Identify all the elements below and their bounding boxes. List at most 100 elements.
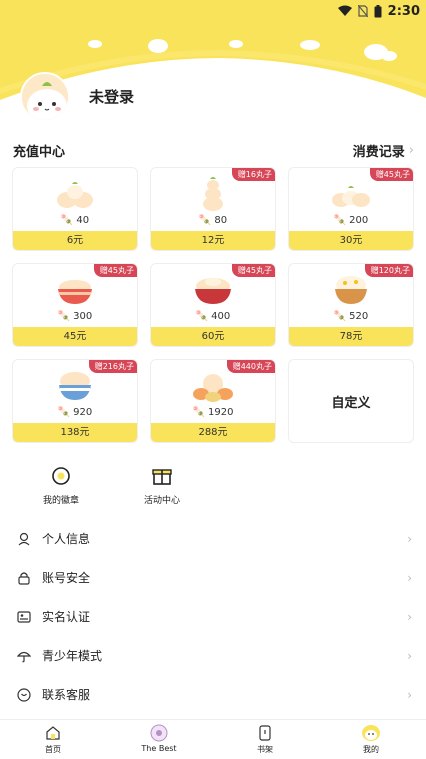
recharge-center-title: 充值中心 <box>13 145 66 160</box>
chevron-right-icon: › <box>407 648 412 663</box>
chevron-right-icon: › <box>408 143 414 158</box>
bun-mascot-icon <box>22 74 68 120</box>
price: 30元 <box>289 231 413 250</box>
no-sim-icon <box>357 5 368 17</box>
menu-item-label: 个人信息 <box>42 532 91 546</box>
battery-icon <box>374 4 382 17</box>
activity-center-link[interactable]: 活动中心 <box>122 465 202 506</box>
chevron-right-icon: › <box>407 531 412 546</box>
status-bar: 2:30 <box>0 0 426 22</box>
tab-label: 书架 <box>257 745 273 754</box>
bookshelf-icon <box>259 725 271 741</box>
amount: 300 <box>73 311 93 322</box>
recharge-option[interactable]: 🍡 40 6元 <box>12 167 138 251</box>
chevron-right-icon: › <box>407 570 412 585</box>
badge-icon <box>52 467 70 485</box>
recharge-option[interactable]: 赠45丸子 🍡 200 30元 <box>288 167 414 251</box>
amount: 40 <box>76 215 90 226</box>
price: 45元 <box>13 327 137 346</box>
bun-feast-icon <box>151 366 275 404</box>
tab-bookshelf[interactable]: 书架 <box>235 724 295 755</box>
bun-bowl-icon <box>13 270 137 308</box>
lock-icon <box>18 571 30 585</box>
clock: 2:30 <box>387 3 420 19</box>
heart-chat-icon <box>17 687 31 702</box>
amount: 920 <box>73 407 93 418</box>
the-best-icon <box>150 724 168 742</box>
menu-item-youth-mode[interactable]: 青少年模式 › <box>0 636 426 675</box>
coin-icon: 🍡 <box>60 215 74 226</box>
amount-row: 🍡 1920 <box>151 407 275 418</box>
price: 60元 <box>151 327 275 346</box>
amount: 400 <box>211 311 231 322</box>
wifi-icon <box>337 5 352 16</box>
tab-home[interactable]: 首页 <box>23 724 83 755</box>
amount-row: 🍡 920 <box>13 407 137 418</box>
tab-label: The Best <box>141 744 177 753</box>
quick-link-label: 我的徽章 <box>42 496 79 506</box>
price: 138元 <box>13 423 137 442</box>
mine-avatar-icon <box>362 725 380 741</box>
amount-row: 🍡 40 <box>13 215 137 226</box>
menu-item-account-security[interactable]: 账号安全 › <box>0 558 426 597</box>
recharge-option[interactable]: 赠16丸子 🍡 80 12元 <box>150 167 276 251</box>
menu-item-label: 账号安全 <box>42 571 91 585</box>
custom-amount-card[interactable]: 自定义 <box>288 359 414 443</box>
coin-icon: 🍡 <box>57 311 71 322</box>
consumption-records-link[interactable]: 消费记录 › <box>353 141 414 160</box>
price: 288元 <box>151 423 275 442</box>
coin-icon: 🍡 <box>192 407 205 418</box>
bun-bundle-icon <box>13 174 137 212</box>
recharge-option[interactable]: 赠45丸子 🍡 400 60元 <box>150 263 276 347</box>
bottom-tab-bar: 首页 The Best 书架 我的 <box>0 719 426 759</box>
bun-bowl-icon <box>151 270 275 308</box>
settings-menu: 个人信息 › 账号安全 › 实名认证 › 青少年模式 › 联系客服 › <box>0 519 426 714</box>
menu-item-label: 联系客服 <box>42 688 91 702</box>
gift-box-icon <box>152 469 172 485</box>
recharge-grid: 🍡 40 6元 赠16丸子 🍡 80 12元 赠45丸子 🍡 200 30元 赠45丸… <box>12 167 414 443</box>
amount-row: 🍡 200 <box>289 215 413 226</box>
bun-stack-icon <box>151 174 275 212</box>
amount: 1920 <box>208 407 234 418</box>
menu-item-label: 实名认证 <box>42 610 91 624</box>
my-badges-link[interactable]: 我的徽章 <box>21 465 101 506</box>
tab-mine[interactable]: 我的 <box>341 724 401 755</box>
coin-icon: 🍡 <box>333 215 347 226</box>
menu-item-personal-info[interactable]: 个人信息 › <box>0 519 426 558</box>
amount: 520 <box>349 311 369 322</box>
recharge-option[interactable]: 赠45丸子 🍡 300 45元 <box>12 263 138 347</box>
chevron-right-icon: › <box>407 687 412 702</box>
amount-row: 🍡 300 <box>13 311 137 322</box>
price: 12元 <box>151 231 275 250</box>
chevron-right-icon: › <box>407 609 412 624</box>
price: 78元 <box>289 327 413 346</box>
id-card-icon <box>17 610 31 623</box>
amount-row: 🍡 80 <box>151 215 275 226</box>
coin-icon: 🍡 <box>333 311 347 322</box>
tab-the-best[interactable]: The Best <box>129 724 189 753</box>
avatar[interactable] <box>20 72 70 122</box>
bun-bowl-icon <box>289 270 413 308</box>
bun-pile-icon <box>289 174 413 212</box>
bun-bowl-icon <box>13 366 137 404</box>
quick-links: 我的徽章 活动中心 <box>0 465 426 515</box>
home-icon <box>46 726 60 740</box>
menu-item-label: 青少年模式 <box>42 649 103 663</box>
recharge-option[interactable]: 赠120丸子 🍡 520 78元 <box>288 263 414 347</box>
umbrella-icon <box>17 651 31 662</box>
amount-row: 🍡 400 <box>151 311 275 322</box>
quick-link-label: 活动中心 <box>143 496 180 506</box>
menu-item-real-name[interactable]: 实名认证 › <box>0 597 426 636</box>
recharge-option[interactable]: 赠440丸子 🍡 1920 288元 <box>150 359 276 443</box>
price: 6元 <box>13 231 137 250</box>
recharge-option[interactable]: 赠216丸子 🍡 920 138元 <box>12 359 138 443</box>
tab-label: 首页 <box>45 745 61 754</box>
username[interactable]: 未登录 <box>89 86 134 107</box>
person-icon <box>18 532 30 545</box>
amount: 200 <box>349 215 369 226</box>
custom-label: 自定义 <box>331 395 371 411</box>
coin-icon: 🍡 <box>198 215 212 226</box>
coin-icon: 🍡 <box>195 311 209 322</box>
menu-item-customer-service[interactable]: 联系客服 › <box>0 675 426 714</box>
records-label: 消费记录 <box>352 145 405 160</box>
